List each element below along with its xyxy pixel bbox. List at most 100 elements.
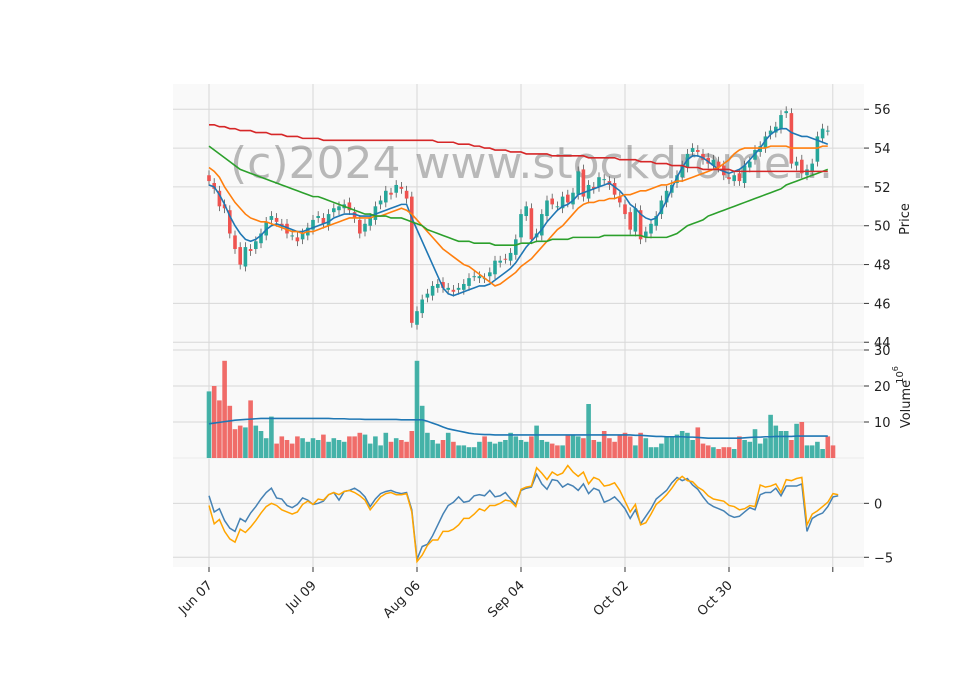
- candle-body: [597, 177, 601, 187]
- volume-bar: [737, 436, 742, 458]
- candle-body: [690, 148, 695, 152]
- candle-body: [300, 233, 305, 240]
- y-tick-label: 50: [874, 220, 891, 235]
- candle-body: [789, 113, 794, 164]
- volume-bar: [763, 438, 768, 458]
- candle-body: [207, 175, 211, 182]
- volume-bar: [357, 432, 363, 458]
- price-axis-label: Price: [898, 203, 913, 235]
- candle-body: [779, 115, 783, 129]
- candle-body: [358, 219, 362, 234]
- candle-body: [628, 212, 632, 230]
- volume-bar: [445, 432, 451, 458]
- candle-body: [540, 214, 544, 236]
- volume-bar: [653, 447, 659, 458]
- watermark: (c)2024 www.stockdrome...: [230, 138, 833, 189]
- volume-bar: [789, 440, 794, 458]
- candle-body: [394, 184, 398, 193]
- candle-body: [493, 260, 497, 275]
- candle-body: [238, 247, 242, 265]
- volume-bar: [222, 360, 227, 458]
- volume-bar: [295, 436, 300, 458]
- volume-bar: [586, 404, 591, 458]
- candle-body: [430, 285, 435, 296]
- y-tick-label: 54: [874, 142, 891, 157]
- volume-bar: [497, 441, 503, 458]
- volume-bar: [508, 432, 513, 458]
- volume-bar: [809, 445, 815, 458]
- volume-bar: [274, 443, 279, 458]
- volume-bar: [367, 443, 373, 458]
- volume-bar: [778, 431, 784, 458]
- x-tick-label: Oct 02: [591, 578, 632, 619]
- y-tick-label: 48: [874, 259, 891, 274]
- volume-bar: [461, 445, 467, 458]
- candle-body: [378, 200, 383, 205]
- volume-bar: [555, 445, 560, 458]
- volume-bar: [232, 429, 238, 458]
- volume-bar: [492, 443, 498, 458]
- volume-bar: [237, 425, 243, 458]
- x-tick-label: Oct 30: [695, 578, 736, 619]
- candle-body: [477, 276, 482, 279]
- volume-bar: [399, 440, 404, 458]
- candle-body: [805, 169, 809, 176]
- volume-bar: [747, 441, 753, 458]
- volume-bar: [757, 443, 763, 458]
- volume-bar: [284, 440, 290, 458]
- volume-bar: [289, 443, 295, 458]
- volume-bar: [669, 436, 675, 458]
- x-tick-label: Aug 06: [381, 578, 424, 621]
- volume-bar: [664, 436, 669, 458]
- volume-bar: [794, 423, 799, 458]
- candle-body: [389, 192, 393, 195]
- volume-bar: [206, 391, 212, 458]
- volume-bar: [487, 441, 493, 458]
- candle-body: [274, 217, 279, 222]
- candle-body: [363, 223, 367, 232]
- volume-bar: [565, 434, 571, 458]
- volume-bar: [539, 440, 545, 458]
- volume-bar: [622, 432, 628, 458]
- volume-bar: [471, 447, 477, 458]
- volume-bar: [362, 434, 368, 458]
- candle-body: [368, 217, 372, 226]
- volume-bar: [570, 434, 576, 458]
- volume-bar: [700, 443, 706, 458]
- y-tick-label: 10: [874, 416, 891, 431]
- candle-body: [462, 283, 466, 290]
- candle-body: [623, 204, 627, 215]
- candle-body: [290, 235, 294, 237]
- volume-bar: [217, 400, 222, 458]
- volume-bar: [352, 436, 357, 458]
- x-tick-label: Sep 04: [485, 578, 528, 621]
- volume-bar: [820, 449, 825, 458]
- volume-bar: [430, 440, 435, 458]
- candle-body: [732, 175, 736, 182]
- candle-body: [456, 287, 461, 290]
- volume-bar: [409, 431, 415, 458]
- volume-bar: [425, 432, 430, 458]
- candle-body: [508, 252, 513, 261]
- candle-body: [820, 128, 825, 139]
- candle-body: [425, 293, 430, 298]
- candle-body: [472, 276, 476, 278]
- volume-bar: [617, 434, 623, 458]
- candle-body: [436, 283, 440, 288]
- candle-body: [467, 278, 471, 286]
- volume-bar: [773, 425, 779, 458]
- candle-body: [498, 260, 502, 263]
- x-tick-label: Jul 09: [283, 578, 320, 615]
- chart-svg: (c)2024 www.stockdrome... Jun 07 Jul 09 Au…: [173, 84, 914, 621]
- candle-body: [826, 130, 830, 132]
- volume-bar: [503, 440, 508, 458]
- volume-bar: [315, 440, 321, 458]
- volume-bar: [466, 447, 472, 458]
- volume-bar: [659, 443, 664, 458]
- volume-bar: [716, 449, 721, 458]
- volume-bar: [300, 438, 305, 458]
- candle-body: [633, 208, 638, 232]
- volume-axis-label-text: Volume: [899, 380, 914, 428]
- volume-bar: [679, 431, 685, 458]
- volume-bar: [435, 443, 441, 458]
